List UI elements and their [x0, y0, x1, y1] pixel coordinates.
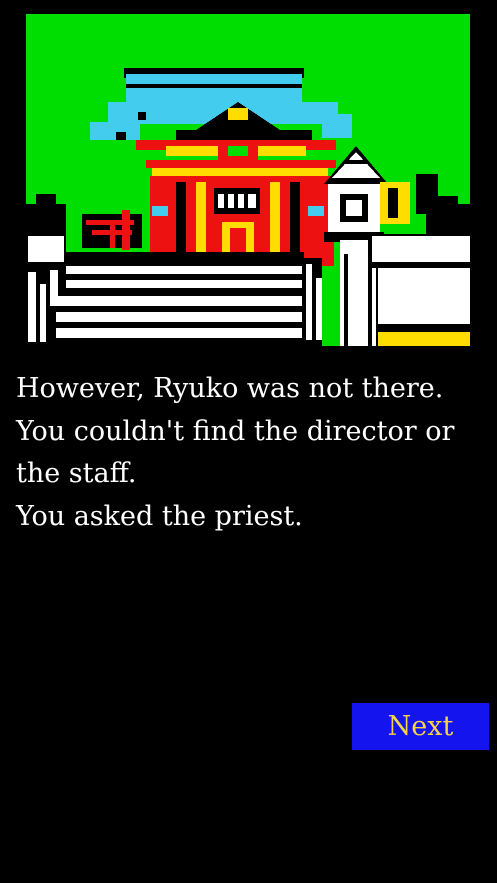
story-line: However, Ryuko was not there.	[16, 373, 444, 404]
story-line: You couldn't find the director or	[16, 415, 455, 447]
story-text: However, Ryuko was not there. You couldn…	[16, 368, 486, 538]
shrine-scene-image	[26, 14, 470, 346]
story-line: the staff.	[16, 458, 137, 489]
story-line: You asked the priest.	[16, 500, 303, 532]
next-button[interactable]: Next	[352, 703, 489, 750]
